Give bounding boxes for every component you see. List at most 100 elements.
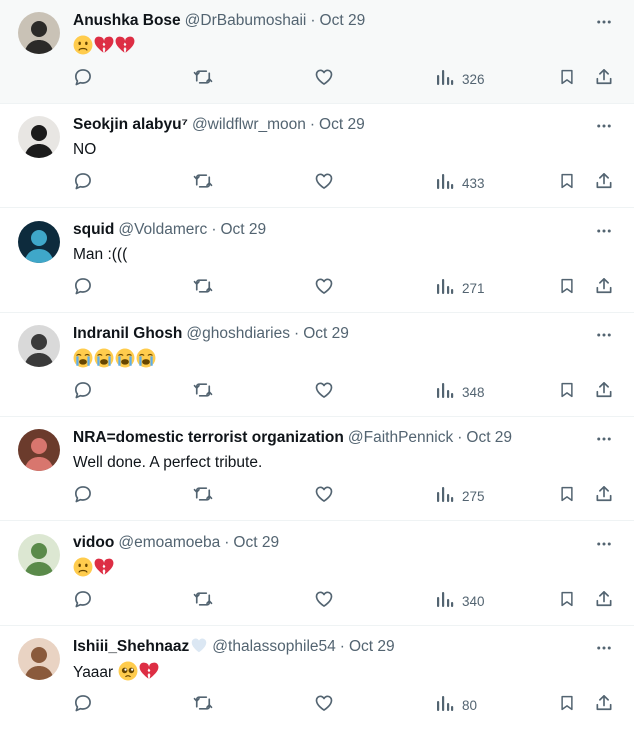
retweet-button[interactable] [192,483,214,509]
timestamp[interactable]: Oct 29 [320,12,366,29]
author-name[interactable]: Anushka Bose [73,12,181,29]
author-handle[interactable]: @DrBabumoshaii [185,12,307,29]
timestamp[interactable]: Oct 29 [220,221,266,238]
more-icon[interactable] [594,116,614,136]
author-name[interactable]: Indranil Ghosh [73,325,182,342]
views-button[interactable]: 275 [436,483,485,509]
reply-button[interactable] [73,66,93,92]
author-name[interactable]: Ishiii_Shehnaaz [73,638,189,655]
more-icon[interactable] [594,429,614,449]
sad-face-emoji [73,35,93,62]
tweet-header: squid @Voldamerc · Oct 29 [73,220,584,240]
reply-button[interactable] [73,483,93,509]
avatar[interactable] [18,116,60,158]
tweet-header: Indranil Ghosh @ghoshdiaries · Oct 29 [73,324,584,344]
retweet-button[interactable] [192,66,214,92]
author-handle[interactable]: @Voldamerc [118,221,207,238]
views-button[interactable]: 433 [436,170,485,196]
tweet[interactable]: Indranil Ghosh @ghoshdiaries · Oct 29 34… [0,313,634,417]
author-name[interactable]: vidoo [73,534,114,551]
share-button[interactable] [594,66,614,92]
avatar[interactable] [18,534,60,576]
more-icon[interactable] [594,12,614,32]
share-button[interactable] [594,379,614,405]
retweet-button[interactable] [192,170,214,196]
bookmark-button[interactable] [558,66,576,92]
more-icon[interactable] [594,325,614,345]
avatar[interactable] [18,325,60,367]
views-button[interactable]: 348 [436,379,485,405]
timestamp[interactable]: Oct 29 [233,534,279,551]
author-name[interactable]: Seokjin alabyu⁷ [73,116,188,133]
tweet[interactable]: NRA=domestic terrorist organization @Fait… [0,417,634,521]
author-handle[interactable]: @emoamoeba [118,534,220,551]
timestamp[interactable]: Oct 29 [303,325,349,342]
retweet-button[interactable] [192,692,214,718]
like-button[interactable] [314,275,334,301]
tweet[interactable]: Ishiii_Shehnaaz @thalassophile54 · Oct 29 Y… [0,626,634,729]
like-icon [314,67,334,92]
share-button[interactable] [594,170,614,196]
reply-button[interactable] [73,588,93,614]
views-button[interactable]: 326 [436,66,485,92]
avatar[interactable] [18,12,60,54]
tweet[interactable]: vidoo @emoamoeba · Oct 29 340 [0,522,634,626]
more-icon[interactable] [594,221,614,241]
tweet[interactable]: Anushka Bose @DrBabumoshaii · Oct 29 326 [0,0,634,104]
tweet[interactable]: squid @Voldamerc · Oct 29 Man :(((271 [0,209,634,313]
author-handle[interactable]: @thalassophile54 [212,638,335,655]
tweet[interactable]: Seokjin alabyu⁷ @wildflwr_moon · Oct 29 NO [0,104,634,208]
author-handle[interactable]: @ghoshdiaries [186,325,290,342]
avatar[interactable] [18,429,60,471]
reply-icon [73,589,93,614]
bookmark-icon [558,693,576,718]
author-handle[interactable]: @FaithPennick [348,429,453,446]
bookmark-button[interactable] [558,379,576,405]
like-icon [314,171,334,196]
views-button[interactable]: 271 [436,275,485,301]
share-button[interactable] [594,275,614,301]
share-button[interactable] [594,692,614,718]
like-button[interactable] [314,692,334,718]
views-button[interactable]: 340 [436,588,485,614]
like-button[interactable] [314,588,334,614]
timestamp[interactable]: Oct 29 [349,638,395,655]
more-icon[interactable] [594,534,614,554]
like-button[interactable] [314,483,334,509]
share-button[interactable] [594,483,614,509]
bookmark-button[interactable] [558,275,576,301]
bookmark-button[interactable] [558,483,576,509]
author-name[interactable]: NRA=domestic terrorist organization [73,429,344,446]
like-button[interactable] [314,66,334,92]
avatar[interactable] [18,638,60,680]
like-button[interactable] [314,170,334,196]
tweet-text [73,35,136,57]
share-icon [594,484,614,509]
views-button[interactable]: 80 [436,692,477,718]
views-count: 340 [462,593,485,609]
retweet-button[interactable] [192,588,214,614]
timestamp[interactable]: Oct 29 [466,429,512,446]
retweet-button[interactable] [192,379,214,405]
bookmark-button[interactable] [558,692,576,718]
retweet-button[interactable] [192,275,214,301]
bookmark-button[interactable] [558,170,576,196]
like-button[interactable] [314,379,334,405]
avatar[interactable] [18,221,60,263]
share-button[interactable] [594,588,614,614]
share-icon [594,171,614,196]
tweet-text: NO [73,139,96,161]
reply-button[interactable] [73,170,93,196]
more-icon[interactable] [594,638,614,658]
author-handle[interactable]: @wildflwr_moon [192,116,306,133]
bookmark-button[interactable] [558,588,576,614]
reply-button[interactable] [73,275,93,301]
separator-dot: · [457,429,463,446]
reply-button[interactable] [73,692,93,718]
author-name[interactable]: squid [73,221,114,238]
separator-dot: · [310,12,316,29]
timestamp[interactable]: Oct 29 [319,116,365,133]
tweet-header: Seokjin alabyu⁷ @wildflwr_moon · Oct 29 [73,115,584,135]
bookmark-icon [558,380,576,405]
reply-button[interactable] [73,379,93,405]
